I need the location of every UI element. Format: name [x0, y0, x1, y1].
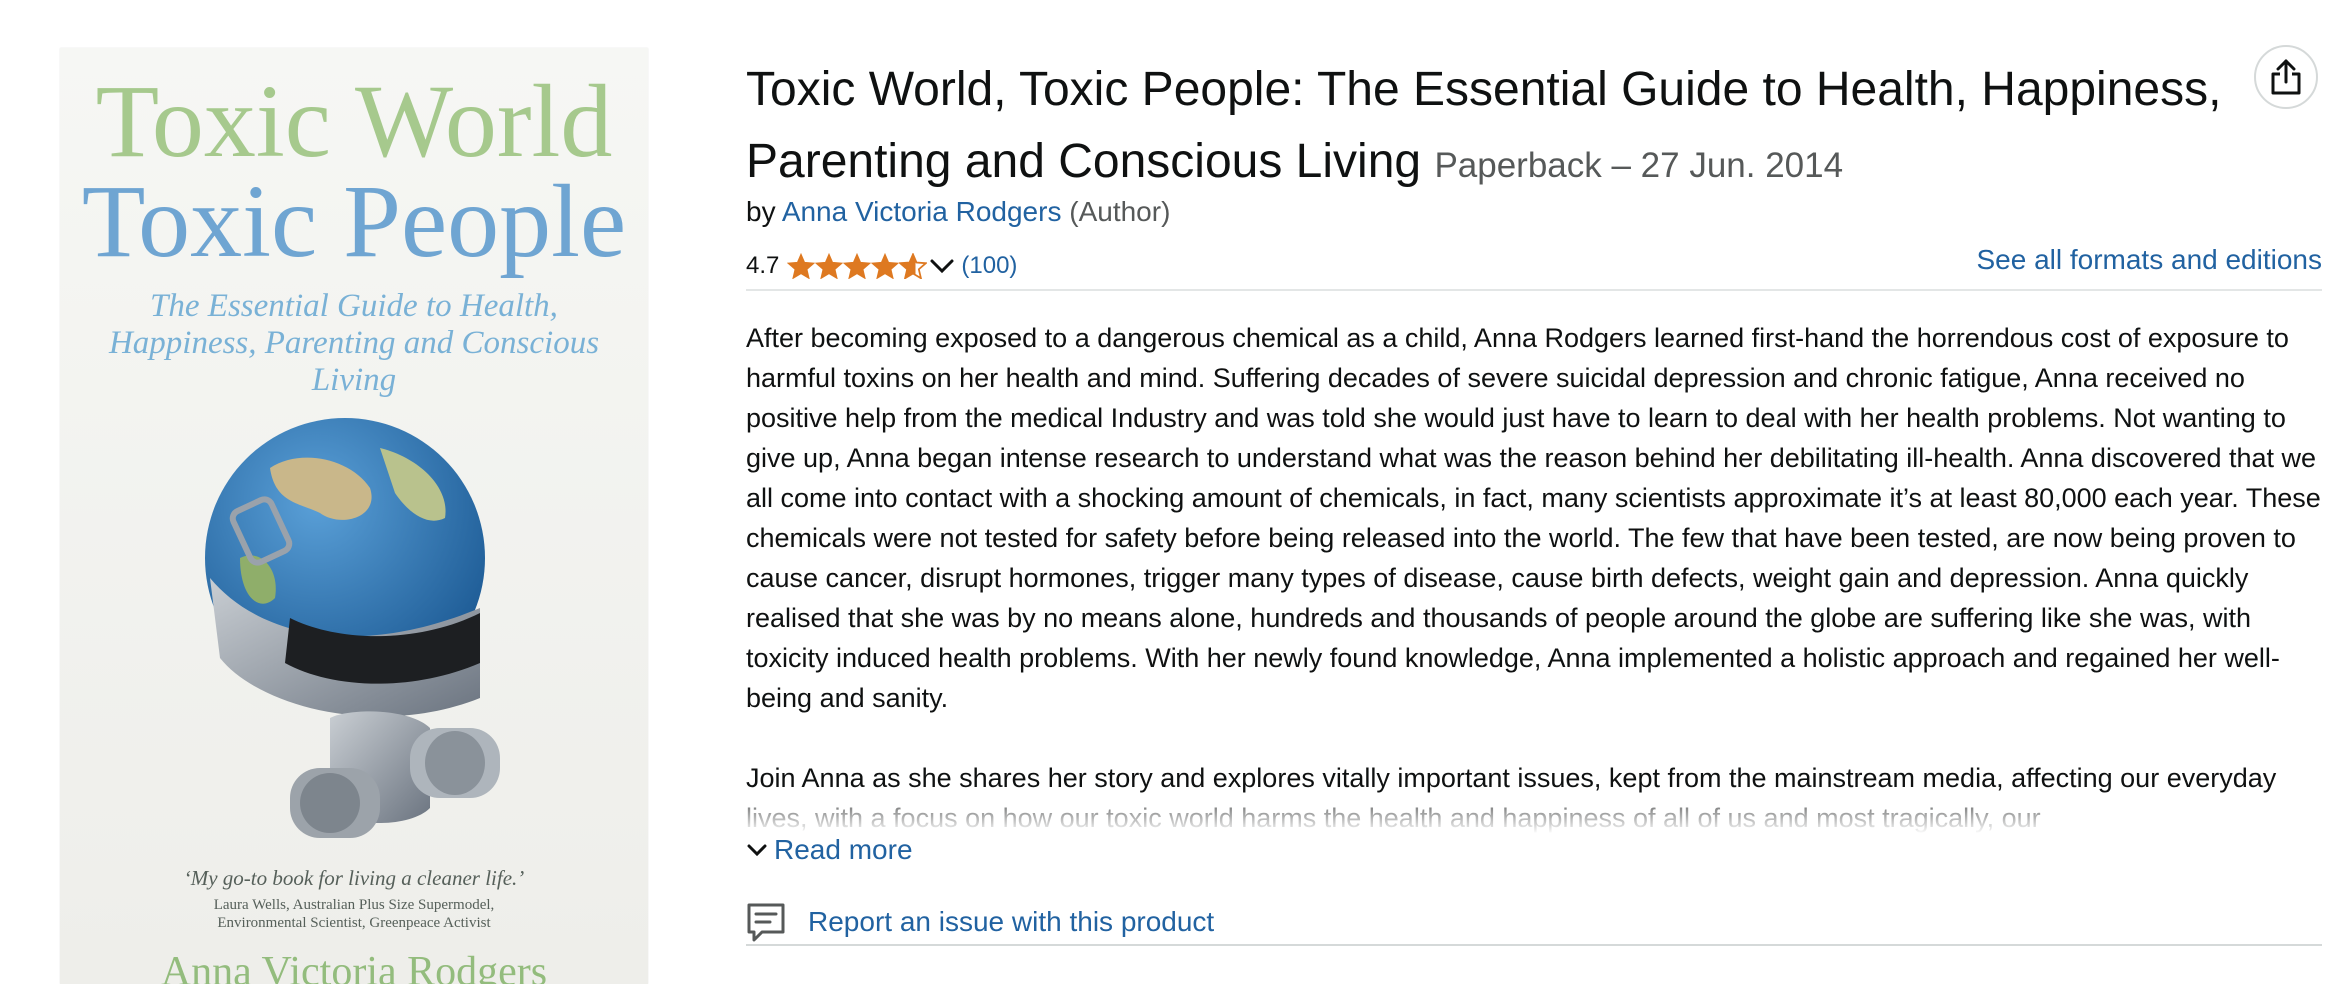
divider [746, 944, 2322, 946]
cover-author: Anna Victoria Rodgers [160, 949, 548, 984]
star-rating[interactable] [787, 253, 955, 279]
chevron-down-icon[interactable] [929, 256, 955, 276]
share-button[interactable] [2254, 45, 2318, 109]
report-issue-label: Report an issue with this product [808, 906, 1215, 937]
read-more-label: Read more [774, 834, 913, 865]
author-role: (Author) [1069, 196, 1171, 227]
star-icon [871, 253, 900, 279]
book-cover-image[interactable]: Toxic World Toxic People The Essential G… [60, 48, 648, 984]
feedback-icon [746, 902, 786, 942]
description-fade-overlay [746, 800, 2326, 834]
description-paragraph-1: After becoming exposed to a dangerous ch… [746, 323, 2321, 713]
cover-endorser-line-2: Environmental Scientist, Greenpeace Acti… [217, 915, 491, 931]
cover-subtitle: The Essential Guide to Health, Happiness… [108, 288, 600, 398]
see-all-formats-link[interactable]: See all formats and editions [1976, 244, 2322, 276]
divider [746, 289, 2322, 291]
half-star-icon [899, 253, 928, 279]
cover-endorser-line-1: Laura Wells, Australian Plus Size Superm… [213, 897, 495, 913]
format-and-date: Paperback – 27 Jun. 2014 [1434, 146, 1844, 185]
product-title: Toxic World, Toxic People: The Essential… [746, 54, 2236, 202]
share-icon [2271, 59, 2301, 95]
read-more-link[interactable]: Read more [746, 834, 913, 866]
author-link[interactable]: Anna Victoria Rodgers [782, 196, 1062, 227]
chevron-down-icon [746, 841, 768, 859]
star-icon [843, 253, 872, 279]
cover-title-line-2: Toxic People [81, 164, 627, 279]
book-description: After becoming exposed to a dangerous ch… [746, 318, 2326, 838]
cover-endorsement: Laura Wells, Australian Plus Size Superm… [100, 896, 608, 932]
rating-value: 4.7 [746, 252, 780, 279]
globe-gas-mask-illustration [205, 418, 500, 838]
by-label: by [746, 196, 776, 227]
cover-quote: ‘My go-to book for living a cleaner life… [183, 866, 525, 890]
cover-title-line-1: Toxic World [95, 64, 613, 179]
star-icon [815, 253, 844, 279]
report-issue-link[interactable]: Report an issue with this product [746, 902, 1214, 942]
star-icon [787, 253, 816, 279]
byline: by Anna Victoria Rodgers (Author) [746, 196, 1170, 228]
rating-row: 4.7 (100) [746, 248, 1017, 284]
ratings-count-link[interactable]: (100) [961, 252, 1017, 280]
